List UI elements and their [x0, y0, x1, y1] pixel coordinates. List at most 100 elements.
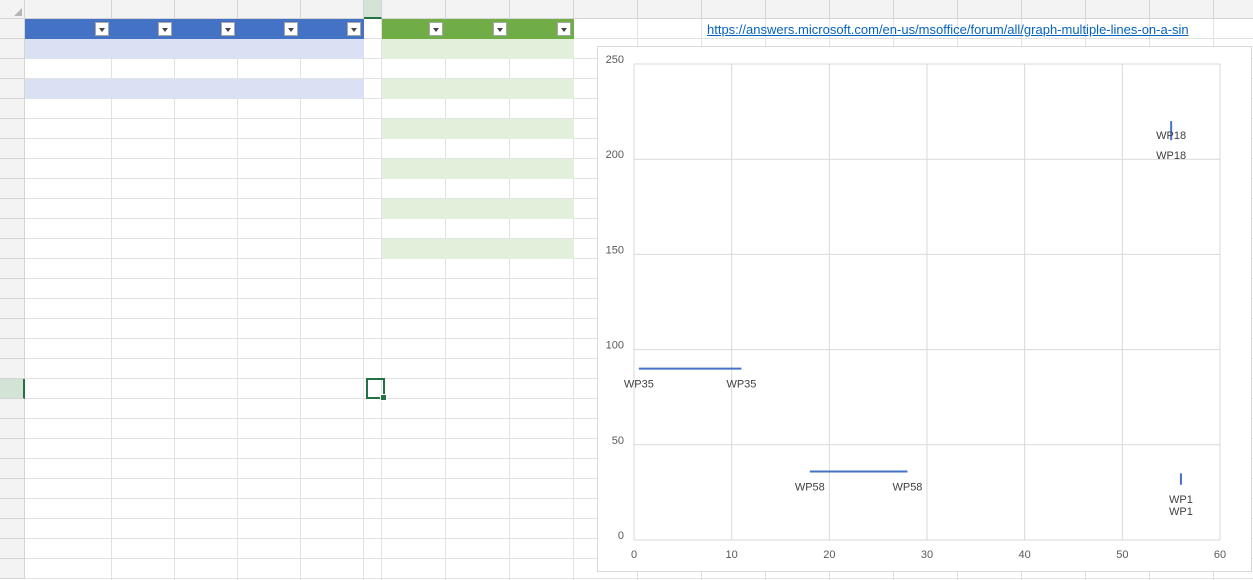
row-header-3[interactable] — [0, 59, 25, 79]
table-cell[interactable] — [25, 99, 112, 119]
table-cell[interactable] — [175, 99, 238, 119]
row-header-9[interactable] — [0, 179, 25, 199]
table-cell[interactable] — [238, 59, 301, 79]
filter-dropdown-button[interactable] — [429, 22, 443, 36]
row-header-13[interactable] — [0, 259, 25, 279]
table-cell[interactable] — [510, 79, 574, 99]
table-cell[interactable] — [446, 179, 510, 199]
table-cell[interactable] — [382, 259, 446, 279]
row-header-28[interactable] — [0, 559, 25, 579]
table-cell[interactable] — [446, 59, 510, 79]
row-header-6[interactable] — [0, 119, 25, 139]
table-cell[interactable] — [382, 199, 446, 219]
table-cell[interactable] — [382, 219, 446, 239]
column-header-e[interactable] — [301, 0, 364, 19]
column-header-k[interactable] — [638, 0, 702, 19]
column-header-g[interactable] — [382, 0, 446, 19]
filter-dropdown-button[interactable] — [557, 22, 571, 36]
table-cell[interactable] — [112, 99, 175, 119]
table-cell[interactable] — [510, 259, 574, 279]
row-header-24[interactable] — [0, 479, 25, 499]
filter-dropdown-button[interactable] — [284, 22, 298, 36]
row-header-21[interactable] — [0, 419, 25, 439]
column-header-s[interactable] — [1150, 0, 1214, 19]
filter-dropdown-button[interactable] — [221, 22, 235, 36]
table-cell[interactable] — [238, 99, 301, 119]
row-header-2[interactable] — [0, 39, 25, 59]
column-header-q[interactable] — [1022, 0, 1086, 19]
column-header-r[interactable] — [1086, 0, 1150, 19]
row-header-4[interactable] — [0, 79, 25, 99]
active-cell-f19[interactable] — [366, 378, 387, 401]
table-cell[interactable] — [510, 239, 574, 259]
column-header-p[interactable] — [958, 0, 1022, 19]
table-cell[interactable] — [446, 259, 510, 279]
table-cell[interactable] — [382, 99, 446, 119]
filter-dropdown-button[interactable] — [158, 22, 172, 36]
table-cell[interactable] — [301, 59, 364, 79]
table-cell[interactable] — [382, 239, 446, 259]
row-header-11[interactable] — [0, 219, 25, 239]
row-header-1[interactable] — [0, 19, 25, 39]
table-cell[interactable] — [112, 59, 175, 79]
table-cell[interactable] — [25, 59, 112, 79]
row-header-8[interactable] — [0, 159, 25, 179]
column-header-l[interactable] — [702, 0, 766, 19]
column-header-m[interactable] — [766, 0, 830, 19]
row-header-16[interactable] — [0, 319, 25, 339]
column-header-c[interactable] — [175, 0, 238, 19]
table-cell[interactable] — [446, 99, 510, 119]
table-cell[interactable] — [301, 39, 364, 59]
row-header-7[interactable] — [0, 139, 25, 159]
row-header-27[interactable] — [0, 539, 25, 559]
table-cell[interactable] — [382, 179, 446, 199]
table-cell[interactable] — [446, 139, 510, 159]
table-cell[interactable] — [301, 79, 364, 99]
table-cell[interactable] — [301, 99, 364, 119]
table-cell[interactable] — [510, 199, 574, 219]
table-cell[interactable] — [446, 159, 510, 179]
table-cell[interactable] — [382, 139, 446, 159]
table-cell[interactable] — [382, 119, 446, 139]
filter-dropdown-button[interactable] — [95, 22, 109, 36]
table-cell[interactable] — [382, 59, 446, 79]
table-cell[interactable] — [446, 119, 510, 139]
table-cell[interactable] — [238, 79, 301, 99]
column-header-n[interactable] — [830, 0, 894, 19]
table-cell[interactable] — [510, 219, 574, 239]
row-header-10[interactable] — [0, 199, 25, 219]
table-cell[interactable] — [382, 79, 446, 99]
table-cell[interactable] — [510, 159, 574, 179]
row-header-19[interactable] — [0, 379, 25, 399]
table-cell[interactable] — [112, 39, 175, 59]
table-cell[interactable] — [112, 79, 175, 99]
table-cell[interactable] — [446, 239, 510, 259]
table-cell[interactable] — [510, 139, 574, 159]
table-cell[interactable] — [446, 79, 510, 99]
column-header-d[interactable] — [238, 0, 301, 19]
row-header-18[interactable] — [0, 359, 25, 379]
column-header-b[interactable] — [112, 0, 175, 19]
column-header-f[interactable] — [364, 0, 382, 19]
row-header-22[interactable] — [0, 439, 25, 459]
column-header-t[interactable] — [1214, 0, 1253, 19]
table-cell[interactable] — [382, 39, 446, 59]
table-cell[interactable] — [238, 39, 301, 59]
table-cell[interactable] — [510, 59, 574, 79]
filter-dropdown-button[interactable] — [493, 22, 507, 36]
row-header-20[interactable] — [0, 399, 25, 419]
table-cell[interactable] — [446, 219, 510, 239]
scatter-chart[interactable]: 0 10 20 30 40 50 60 0 50 100 150 200 250 WP1 WP1 WP18 WP… — [597, 46, 1252, 572]
row-header-23[interactable] — [0, 459, 25, 479]
column-header-o[interactable] — [894, 0, 958, 19]
table-cell[interactable] — [175, 59, 238, 79]
row-header-14[interactable] — [0, 279, 25, 299]
table-cell[interactable] — [175, 39, 238, 59]
column-header-h[interactable] — [446, 0, 510, 19]
row-header-15[interactable] — [0, 299, 25, 319]
table-cell[interactable] — [175, 79, 238, 99]
column-header-j[interactable] — [574, 0, 638, 19]
row-header-25[interactable] — [0, 499, 25, 519]
table-cell[interactable] — [510, 99, 574, 119]
row-header-26[interactable] — [0, 519, 25, 539]
